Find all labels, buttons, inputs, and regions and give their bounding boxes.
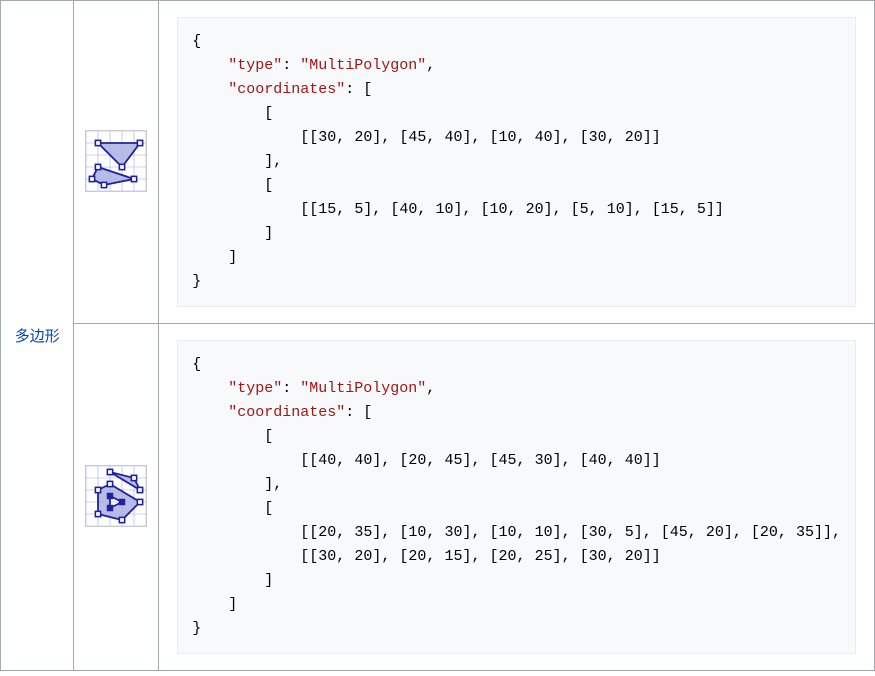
geom-group [96,469,143,522]
type-link[interactable]: 多边形 [15,328,60,345]
type-label-cell: 多边形 [1,1,74,671]
multipolygon-thumbnail [85,130,147,192]
code-cell: { "type": "MultiPolygon", "coordinates":… [159,324,875,671]
json-code: { "type": "MultiPolygon", "coordinates":… [177,340,856,654]
multipolygon-icon [86,131,146,191]
json-code: { "type": "MultiPolygon", "coordinates":… [177,17,856,307]
geojson-table: 多边形 { "type": "MultiPolygon", "coordinat… [0,0,875,671]
multipolygon-icon [86,466,146,526]
thumbnail-cell [74,1,159,324]
table-row: { "type": "MultiPolygon", "coordinates":… [1,324,875,671]
geom-group [90,140,143,187]
code-cell: { "type": "MultiPolygon", "coordinates":… [159,1,875,324]
thumbnail-cell [74,324,159,671]
table-row: 多边形 { "type": "MultiPolygon", "coordinat… [1,1,875,324]
multipolygon-thumbnail [85,465,147,527]
